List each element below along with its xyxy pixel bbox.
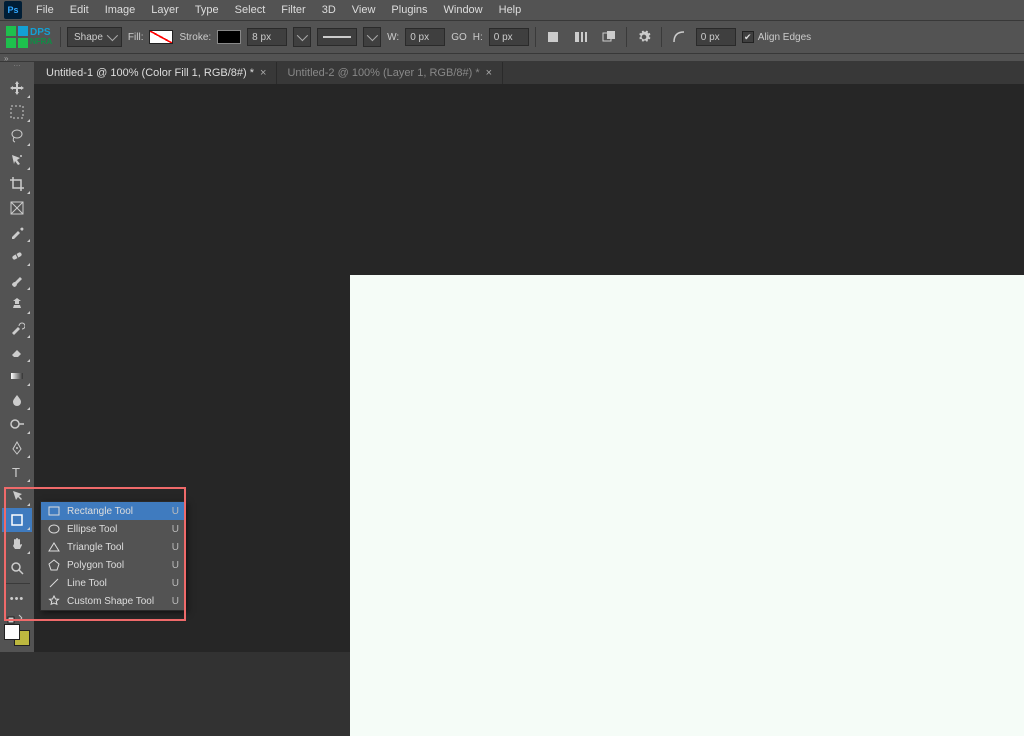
stroke-width-input[interactable]: 8 px: [247, 28, 287, 46]
line-icon: [47, 577, 61, 589]
flyout-ellipse[interactable]: Ellipse ToolU: [41, 520, 185, 538]
pen-tool[interactable]: [2, 436, 32, 460]
stroke-style-dropdown[interactable]: [317, 28, 357, 46]
menu-edit[interactable]: Edit: [62, 0, 97, 20]
flyout-rectangle[interactable]: Rectangle ToolU: [41, 502, 185, 520]
move-tool[interactable]: [2, 76, 32, 100]
menu-filter[interactable]: Filter: [273, 0, 313, 20]
path-arrangement-button[interactable]: [598, 26, 620, 48]
quick-select-tool[interactable]: [2, 148, 32, 172]
clone-stamp-tool[interactable]: [2, 292, 32, 316]
hand-tool[interactable]: [2, 532, 32, 556]
polygon-icon: [47, 559, 61, 571]
menu-window[interactable]: Window: [436, 0, 491, 20]
fill-label: Fill:: [128, 32, 144, 43]
expand-handle[interactable]: »: [0, 54, 1024, 62]
width-label: W:: [387, 32, 399, 43]
menu-select[interactable]: Select: [227, 0, 274, 20]
flyout-triangle[interactable]: Triangle ToolU: [41, 538, 185, 556]
doc-tab-1[interactable]: Untitled-1 @ 100% (Color Fill 1, RGB/8#)…: [36, 62, 277, 84]
history-brush-tool[interactable]: [2, 316, 32, 340]
crop-tool[interactable]: [2, 172, 32, 196]
gradient-tool[interactable]: [2, 364, 32, 388]
stroke-style-expand[interactable]: [363, 27, 381, 47]
close-icon[interactable]: ×: [260, 67, 266, 79]
svg-text:T: T: [12, 465, 20, 480]
marquee-tool[interactable]: [2, 100, 32, 124]
close-icon[interactable]: ×: [486, 67, 492, 79]
path-operations-button[interactable]: [542, 26, 564, 48]
blur-tool[interactable]: [2, 388, 32, 412]
menu-bar: Ps File Edit Image Layer Type Select Fil…: [0, 0, 1024, 20]
healing-tool[interactable]: [2, 244, 32, 268]
menu-file[interactable]: File: [28, 0, 62, 20]
tools-panel: ⋯ T •••: [0, 62, 34, 652]
eyedropper-tool[interactable]: [2, 220, 32, 244]
menu-view[interactable]: View: [344, 0, 384, 20]
menu-type[interactable]: Type: [187, 0, 227, 20]
chevron-down-icon: [367, 30, 378, 41]
menu-plugins[interactable]: Plugins: [383, 0, 435, 20]
app-logo-icon: Ps: [4, 1, 22, 19]
dodge-tool[interactable]: [2, 412, 32, 436]
height-label: H:: [473, 32, 483, 43]
menu-layer[interactable]: Layer: [143, 0, 187, 20]
lasso-tool[interactable]: [2, 124, 32, 148]
doc-tab-2[interactable]: Untitled-2 @ 100% (Layer 1, RGB/8#) *×: [277, 62, 503, 84]
stroke-label: Stroke:: [179, 32, 211, 43]
options-bar: DPSNFRA Shape Fill: Stroke: 8 px W: 0 px…: [0, 20, 1024, 54]
menu-3d[interactable]: 3D: [314, 0, 344, 20]
gear-icon[interactable]: [633, 26, 655, 48]
brand-logo-icon: DPSNFRA: [6, 24, 54, 50]
corner-radius-input[interactable]: 0 px: [696, 28, 736, 46]
chevron-down-icon: [107, 30, 118, 41]
menu-help[interactable]: Help: [491, 0, 530, 20]
flyout-line[interactable]: Line ToolU: [41, 574, 185, 592]
color-wells[interactable]: [4, 624, 30, 646]
canvas[interactable]: [350, 275, 1024, 736]
chevron-down-icon: [297, 30, 308, 41]
flyout-custom-shape[interactable]: Custom Shape ToolU: [41, 592, 185, 610]
path-select-tool[interactable]: [2, 484, 32, 508]
width-input[interactable]: 0 px: [405, 28, 445, 46]
ellipse-icon: [47, 523, 61, 535]
stroke-width-dropdown[interactable]: [293, 27, 311, 47]
link-wh-icon[interactable]: GO: [451, 32, 467, 43]
tool-mode-dropdown[interactable]: Shape: [67, 27, 122, 47]
align-edges-checkbox[interactable]: ✔Align Edges: [742, 31, 811, 43]
flyout-polygon[interactable]: Polygon ToolU: [41, 556, 185, 574]
fill-swatch[interactable]: [149, 30, 173, 44]
shape-tool[interactable]: [2, 508, 32, 532]
document-tabs: Untitled-1 @ 100% (Color Fill 1, RGB/8#)…: [0, 62, 1024, 84]
stroke-swatch[interactable]: [217, 30, 241, 44]
foreground-color-swatch[interactable]: [4, 624, 20, 640]
rectangle-icon: [47, 505, 61, 517]
corner-radius-icon: [668, 26, 690, 48]
brush-tool[interactable]: [2, 268, 32, 292]
triangle-icon: [47, 541, 61, 553]
eraser-tool[interactable]: [2, 340, 32, 364]
type-tool[interactable]: T: [2, 460, 32, 484]
frame-tool[interactable]: [2, 196, 32, 220]
height-input[interactable]: 0 px: [489, 28, 529, 46]
edit-toolbar-button[interactable]: •••: [2, 587, 32, 611]
path-alignment-button[interactable]: [570, 26, 592, 48]
shape-tool-flyout: Rectangle ToolU Ellipse ToolU Triangle T…: [40, 501, 186, 611]
star-icon: [47, 595, 61, 607]
zoom-tool[interactable]: [2, 556, 32, 580]
menu-image[interactable]: Image: [97, 0, 144, 20]
